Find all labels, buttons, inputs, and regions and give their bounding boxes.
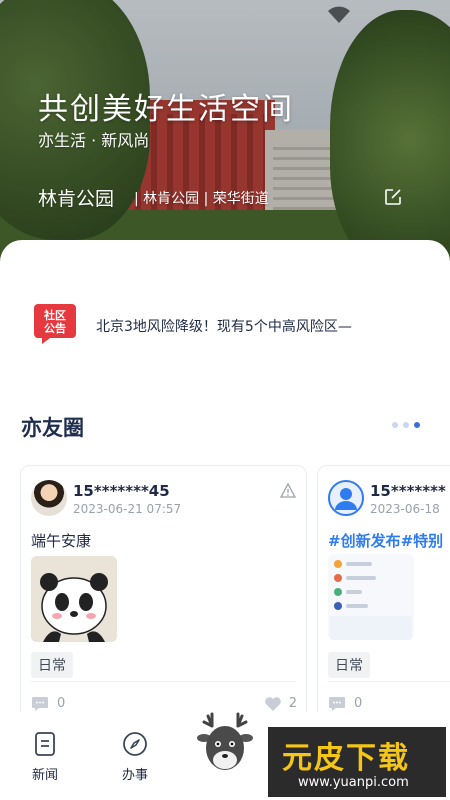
- post-username: 15*******: [370, 482, 446, 500]
- comment-icon[interactable]: [328, 696, 346, 712]
- comment-count: 0: [354, 696, 363, 711]
- post-text: 端午安康: [31, 532, 92, 550]
- post-image[interactable]: [31, 556, 117, 642]
- notice-text[interactable]: 北京3地风险降级！现有5个中高风险区—: [96, 316, 352, 336]
- carousel-pager: [392, 422, 420, 428]
- community-name[interactable]: 林肯公园: [38, 184, 114, 211]
- post-text: #创新发布#特别: [328, 532, 444, 550]
- pager-dot: [403, 422, 409, 428]
- post-tag[interactable]: 日常: [328, 652, 370, 678]
- comment-icon[interactable]: [31, 696, 49, 712]
- post-username: 15*******45: [73, 482, 170, 500]
- post-tag[interactable]: 日常: [31, 652, 73, 678]
- post-time: 2023-06-18: [370, 502, 440, 516]
- avatar[interactable]: [31, 480, 67, 516]
- watermark-title: 元皮下载: [282, 741, 410, 776]
- hero-subtitle: 亦生活 · 新风尚: [38, 131, 150, 150]
- watermark-url: www.yuanpi.com: [298, 775, 409, 790]
- post-image[interactable]: [328, 554, 414, 640]
- section-title: 亦友圈: [21, 416, 84, 440]
- wifi-icon: [328, 6, 350, 23]
- post-screenshot-thumbnail: [330, 560, 412, 640]
- nav-label: 办事: [121, 768, 148, 783]
- community-detail[interactable]: | 林肯公园 | 荣华街道: [134, 188, 269, 208]
- card-divider: [31, 681, 296, 682]
- post-card[interactable]: 15*******45 2023-06-21 07:57 端午安康 日常 0 2: [20, 465, 307, 725]
- svg-text:社区: 社区: [43, 308, 66, 322]
- app-screen: 共创美好生活空间 亦生活 · 新风尚 林肯公园 | 林肯公园 | 荣华街道 社区…: [0, 0, 450, 800]
- hero-banner: 共创美好生活空间 亦生活 · 新风尚 林肯公园 | 林肯公园 | 荣华街道: [0, 0, 450, 262]
- avatar[interactable]: [328, 480, 364, 516]
- post-time: 2023-06-21 07:57: [73, 502, 182, 516]
- post-card[interactable]: 15******* 2023-06-18 #创新发布#特别 日常 0: [317, 465, 450, 725]
- deer-mascot-icon: [197, 712, 253, 770]
- user-placeholder-icon: [335, 488, 357, 510]
- hero-title: 共创美好生活空间: [38, 92, 294, 127]
- card-divider: [328, 681, 450, 682]
- nav-item-news[interactable]: 新闻: [20, 730, 70, 783]
- nav-label: 新闻: [31, 768, 58, 783]
- like-count: 2: [288, 696, 297, 711]
- nav-item-affairs[interactable]: 办事: [110, 730, 160, 783]
- community-notice-icon: 社区 公告: [34, 304, 76, 344]
- watermark-logo: 元皮下载 www.yuanpi.com: [268, 727, 446, 797]
- heart-icon[interactable]: [264, 696, 282, 712]
- edit-icon[interactable]: [384, 188, 402, 206]
- svg-text:公告: 公告: [44, 321, 66, 335]
- news-icon: [35, 732, 55, 756]
- panda-illustration: [31, 556, 117, 642]
- pager-dot-active: [414, 422, 420, 428]
- warning-icon[interactable]: [280, 483, 296, 498]
- compass-icon: [123, 732, 147, 756]
- mascot-button[interactable]: [190, 708, 260, 778]
- comment-count: 0: [57, 696, 66, 711]
- pager-dot: [392, 422, 398, 428]
